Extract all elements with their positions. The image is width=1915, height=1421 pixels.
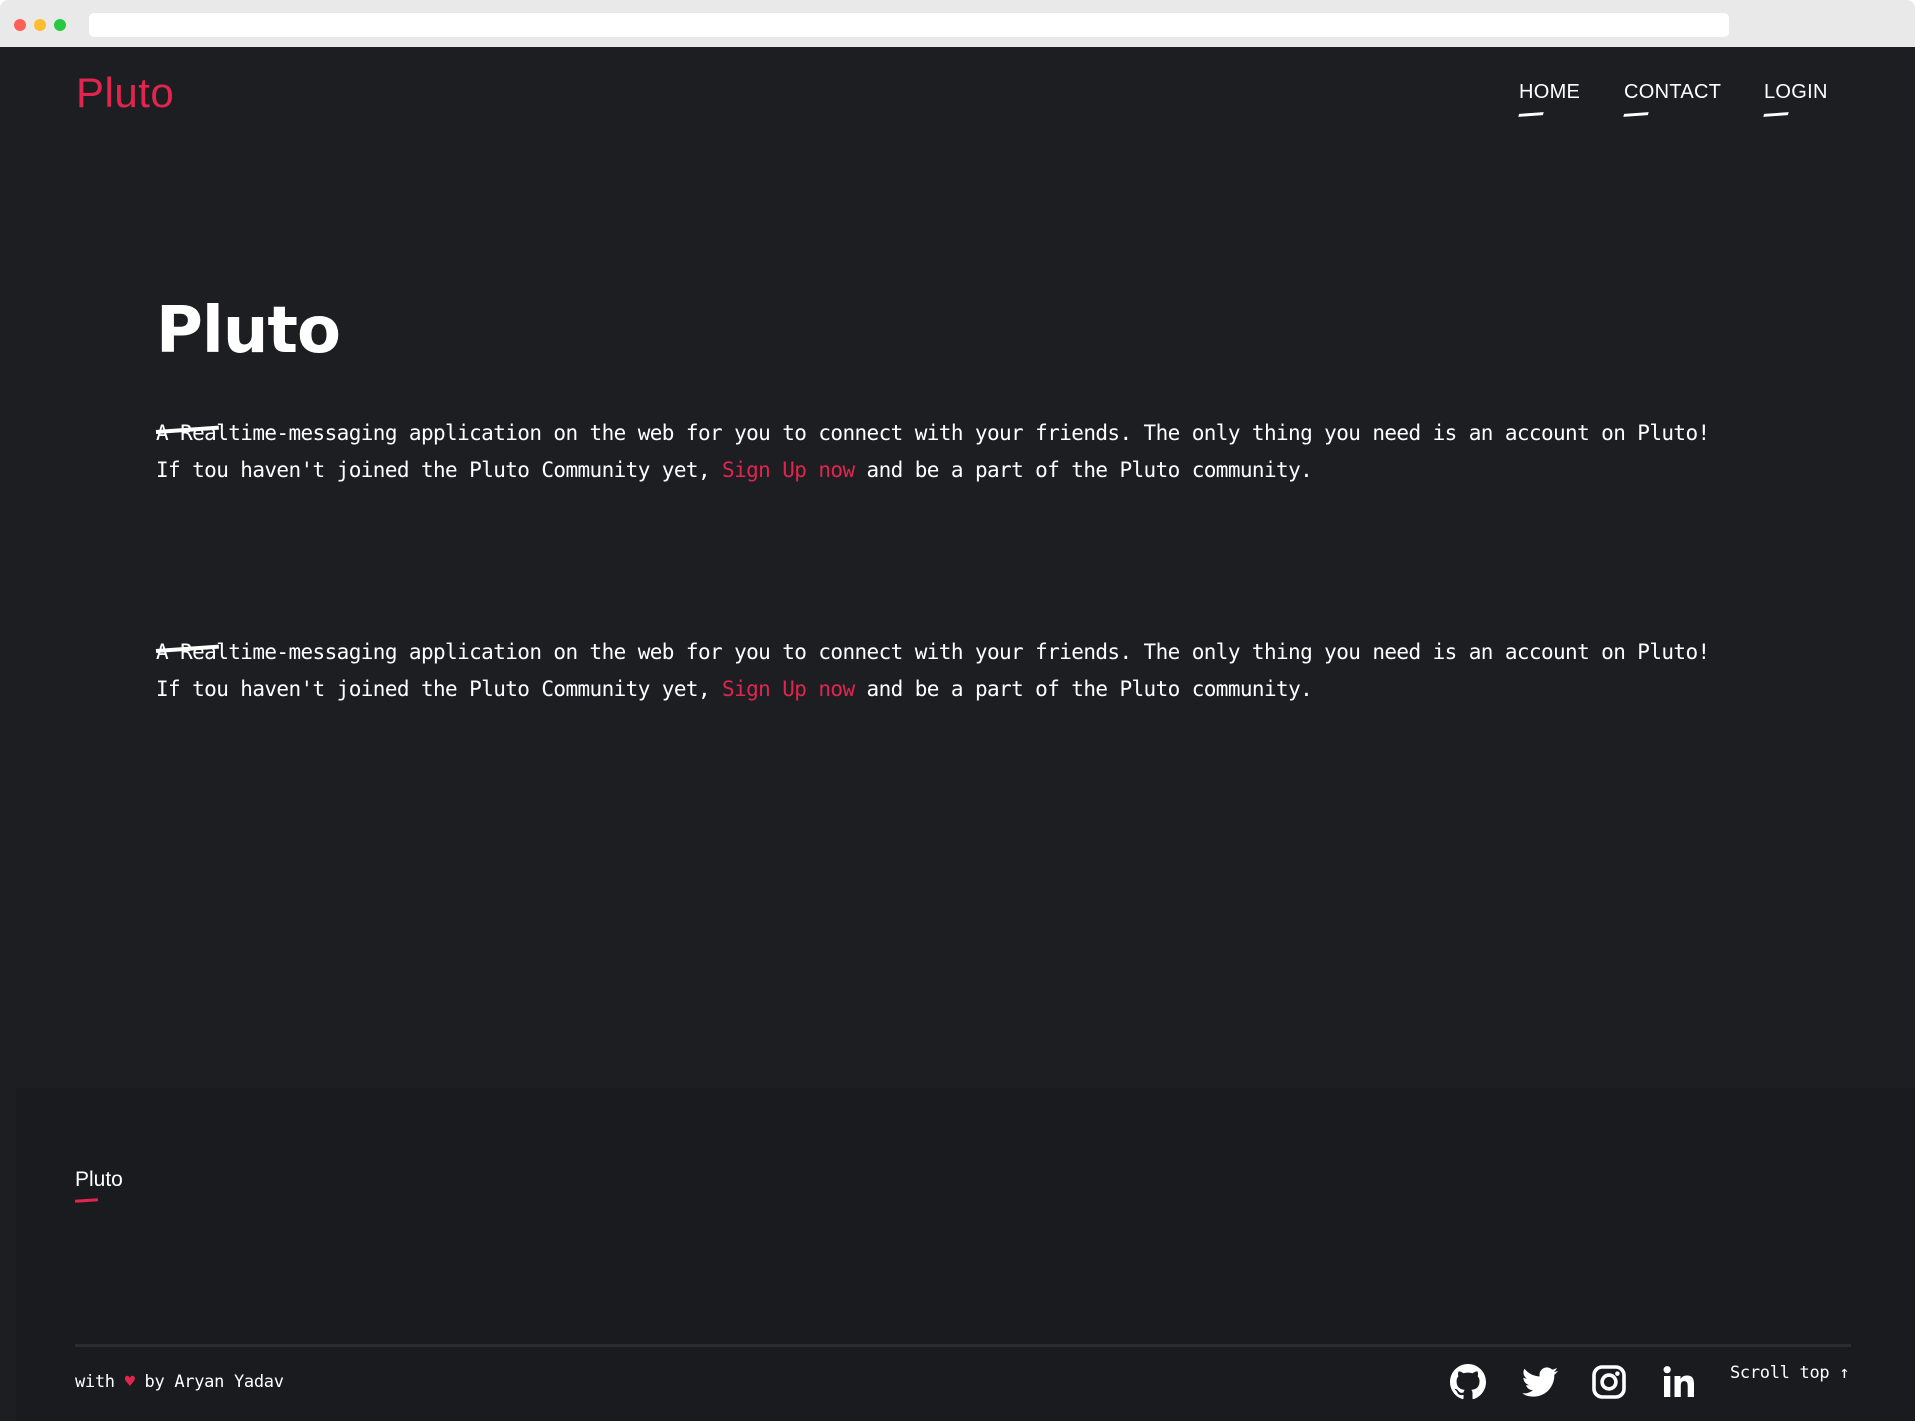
maximize-window-button[interactable] <box>54 19 66 31</box>
credit-prefix: with <box>75 1372 125 1392</box>
second-line-2: If tou haven't joined the Pluto Communit… <box>156 671 1796 708</box>
twitter-icon[interactable] <box>1521 1364 1559 1400</box>
instagram-icon[interactable] <box>1591 1364 1627 1400</box>
second-paragraph: A Realtime-messaging application on the … <box>156 634 1796 708</box>
intro-paragraph: A Realtime-messaging application on the … <box>156 415 1796 489</box>
second-line-1: A Realtime-messaging application on the … <box>156 640 1710 664</box>
second-line-2-text-after: and be a part of the Pluto community. <box>854 677 1313 701</box>
signup-link-2[interactable]: Sign Up now <box>722 677 855 701</box>
nav-home-underline <box>1518 112 1544 117</box>
minimize-window-button[interactable] <box>34 19 46 31</box>
footer-logo[interactable]: Pluto <box>75 1168 123 1192</box>
github-icon[interactable] <box>1450 1364 1486 1400</box>
page: Pluto HOME CONTACT LOGIN Pluto A Realtim… <box>0 47 1915 1421</box>
intro-line-2-text-after: and be a part of the Pluto community. <box>854 458 1313 482</box>
footer-credit: with ♥ by Aryan Yadav <box>75 1372 284 1392</box>
footer: Pluto with ♥ by Aryan Yadav Scroll top ↑ <box>16 1088 1915 1421</box>
intro-line-1: A Realtime-messaging application on the … <box>156 421 1710 445</box>
second-line-2-text-before: If tou haven't joined the Pluto Communit… <box>156 677 723 701</box>
nav-contact-underline <box>1623 112 1649 117</box>
nav-login-link[interactable]: LOGIN <box>1763 81 1828 117</box>
browser-chrome <box>0 0 1915 47</box>
nav-login-label: LOGIN <box>1764 81 1828 103</box>
footer-logo-underline <box>74 1198 99 1203</box>
close-window-button[interactable] <box>14 19 26 31</box>
intro-line-2: If tou haven't joined the Pluto Communit… <box>156 452 1796 489</box>
nav-home-label: HOME <box>1519 81 1581 103</box>
scroll-top-link[interactable]: Scroll top ↑ <box>1730 1363 1850 1383</box>
address-bar[interactable] <box>89 13 1729 37</box>
nav-contact-link[interactable]: CONTACT <box>1623 81 1722 117</box>
nav-home-link[interactable]: HOME <box>1518 81 1581 117</box>
credit-author: by Aryan Yadav <box>134 1372 284 1392</box>
intro-line-2-text-before: If tou haven't joined the Pluto Communit… <box>156 458 723 482</box>
heart-icon: ♥ <box>124 1372 135 1392</box>
linkedin-icon[interactable] <box>1660 1364 1698 1400</box>
nav-login-underline <box>1763 112 1789 117</box>
nav-contact-label: CONTACT <box>1624 81 1722 103</box>
footer-rule <box>75 1344 1851 1347</box>
signup-link[interactable]: Sign Up now <box>722 458 855 482</box>
hero-title: Pluto <box>156 294 341 368</box>
main-nav: HOME CONTACT LOGIN <box>0 81 1915 121</box>
